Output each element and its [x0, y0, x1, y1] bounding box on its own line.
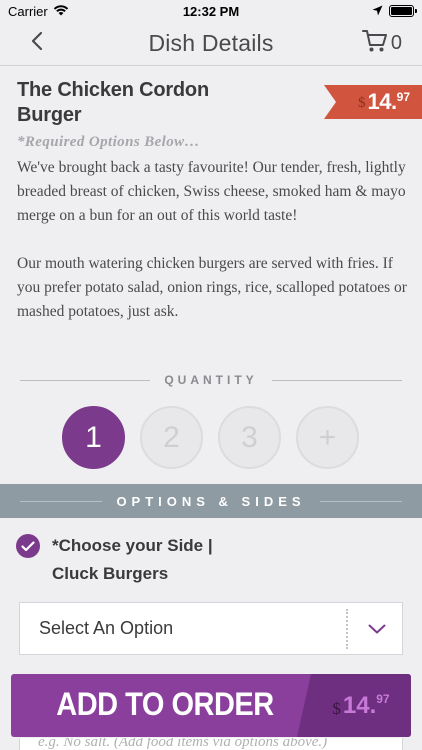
status-right [372, 4, 417, 19]
battery-icon [389, 5, 417, 17]
page-title: Dish Details [148, 30, 274, 56]
cart-icon [361, 29, 388, 58]
carrier-label: Carrier [8, 3, 48, 19]
description-paragraph: Our mouth watering chicken burgers are s… [17, 255, 407, 320]
back-chevron-icon [31, 31, 43, 56]
price-main: 14. [367, 89, 398, 114]
nav-bar: Dish Details 0 [0, 22, 422, 66]
quantity-option-1[interactable]: 1 [62, 406, 125, 469]
price-cents: 97 [396, 90, 410, 104]
price-cents: 97 [376, 692, 390, 706]
note-placeholder: e.g. No salt. (Add food items via option… [38, 738, 328, 750]
quantity-selector: 1 2 3 + [62, 406, 359, 469]
quantity-option-2[interactable]: 2 [140, 406, 203, 469]
cart-button[interactable]: 0 [361, 29, 402, 58]
quantity-label: QUANTITY [164, 373, 258, 387]
divider [20, 379, 151, 381]
status-left: Carrier [8, 4, 69, 19]
dish-description: We've brought back a tasty favourite! Ou… [17, 156, 409, 348]
cart-count: 0 [390, 32, 402, 54]
price-currency: $ [332, 698, 341, 718]
add-to-order-button[interactable]: ADD TO ORDER $ 14. 97 [11, 674, 411, 737]
dish-name: The Chicken Cordon Burger [17, 79, 209, 126]
required-options-note: *Required Options Below… [17, 134, 200, 150]
status-bar: Carrier 12:32 PM [0, 0, 422, 22]
description-paragraph: We've brought back a tasty favourite! Ou… [17, 159, 406, 224]
location-arrow-icon [372, 4, 383, 19]
add-to-order-price: $ 14. 97 [297, 674, 411, 737]
options-sides-label: OPTIONS & SIDES [116, 493, 306, 509]
chevron-down-icon [364, 616, 390, 642]
price-main: 14. [342, 691, 377, 719]
quantity-header: QUANTITY [20, 370, 402, 390]
price-currency: $ [358, 94, 366, 111]
price-tag: $ 14. 97 [324, 85, 422, 119]
options-sides-header: OPTIONS & SIDES [0, 484, 422, 518]
checkmark-icon [16, 534, 40, 558]
wifi-icon [53, 4, 69, 19]
divider [20, 500, 103, 502]
divider [319, 500, 403, 502]
quantity-more-button[interactable]: + [296, 406, 359, 469]
divider [271, 379, 402, 381]
special-instructions-input[interactable]: e.g. No salt. (Add food items via option… [19, 738, 403, 750]
quantity-option-3[interactable]: 3 [218, 406, 281, 469]
select-value: Select An Option [39, 618, 174, 638]
add-to-order-label: ADD TO ORDER [56, 687, 274, 723]
select-divider [346, 608, 348, 649]
side-select-dropdown[interactable]: Select An Option [19, 602, 403, 655]
side-choice-row: *Choose your Side | Cluck Burgers [16, 534, 252, 588]
side-choice-label: *Choose your Side | Cluck Burgers [52, 536, 213, 583]
back-button[interactable] [22, 28, 52, 58]
